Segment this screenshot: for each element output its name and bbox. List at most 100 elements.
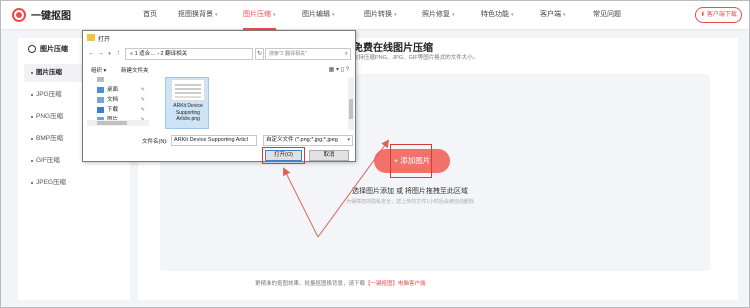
nav-item-4[interactable]: 图片转换 ▾: [364, 0, 397, 30]
scrollbar-thumb[interactable]: [349, 99, 353, 119]
refresh-icon[interactable]: ↻: [255, 48, 264, 60]
dialog-title-bar: 打开: [83, 31, 355, 45]
client-download-button[interactable]: ⬇ 客户端下载: [695, 7, 742, 23]
new-folder-button[interactable]: 新建文件夹: [121, 66, 149, 74]
nav-item-6[interactable]: 特色功能 ▾: [481, 0, 514, 30]
address-input[interactable]: « 1 适合… › 2 翻译相关: [125, 48, 253, 60]
address-bar-row: ← → ▾ ↑ « 1 适合… › 2 翻译相关 ↻ 搜索"2 翻译相关" ⌕: [87, 48, 351, 60]
logo[interactable]: 一键抠图: [12, 7, 71, 22]
filename-label: 文件名(N):: [142, 139, 168, 145]
privacy-note: 为保障您的隐私安全，您上传的文件1小时后会被自动删除: [346, 199, 474, 205]
forward-arrow-icon[interactable]: →: [96, 48, 105, 60]
folder-icon: [97, 86, 104, 93]
folder-icon: [97, 106, 104, 113]
sidebar-item-label: GIF压缩: [36, 157, 60, 164]
page-title: 免费在线图片压缩: [353, 43, 433, 54]
tree-item-label: 下载: [107, 107, 119, 113]
organize-button[interactable]: 组织 ▾: [91, 66, 106, 74]
chevron-down-icon: ▾: [511, 12, 514, 18]
nav-item-5[interactable]: 照片修复 ▾: [422, 0, 455, 30]
tree-item-0[interactable]: 桌面 ✎: [87, 85, 149, 95]
navigation-tree: 桌面✎文档✎下载✎图片✎: [87, 77, 151, 161]
filetype-select[interactable]: 自定义文件 (*.png;*.jpg;*.jpeg ▾: [263, 135, 353, 146]
nav-label: 图片压缩: [243, 11, 271, 18]
chevron-down-icon: ▾: [452, 12, 455, 18]
sidebar-item-5[interactable]: JPEG压缩: [24, 174, 124, 192]
filetype-value: 自定义文件 (*.png;*.jpg;*.jpeg: [266, 137, 338, 143]
search-placeholder: 搜索"2 翻译相关": [269, 51, 307, 57]
sidebar-header: 图片压缩: [28, 44, 68, 54]
search-input[interactable]: 搜索"2 翻译相关" ⌕: [265, 48, 351, 60]
cancel-button[interactable]: 取消: [309, 150, 349, 161]
tree-item-label: 桌面: [107, 87, 119, 93]
nav-label: 特色功能: [481, 11, 509, 18]
sidebar-item-label: PNG压缩: [36, 113, 64, 120]
chevron-down-icon: ▾: [347, 137, 350, 143]
nav-item-8[interactable]: 常见问题: [593, 0, 621, 30]
filename-input[interactable]: ARKit Device Supporting Articl: [171, 135, 257, 146]
tree-item-2[interactable]: 下载 ✎: [87, 105, 149, 115]
tree-item-1[interactable]: 文档 ✎: [87, 95, 149, 105]
client-download-link[interactable]: 【一键抠图】电脑客户端: [365, 281, 426, 287]
folder-icon: [87, 34, 95, 41]
nav-label: 首页: [143, 11, 157, 18]
nav-item-7[interactable]: 客户端 ▾: [540, 0, 566, 30]
nav-item-2[interactable]: 图片压缩 ▾: [243, 0, 276, 30]
pin-icon[interactable]: ✎: [141, 95, 145, 105]
bullet-icon: [31, 138, 33, 140]
logo-text: 一键抠图: [31, 11, 71, 22]
search-icon: ⌕: [344, 51, 348, 57]
chevron-down-icon: ▾: [563, 12, 566, 18]
open-button[interactable]: 打开(O): [265, 150, 302, 161]
scrollbar-thumb[interactable]: [97, 121, 127, 125]
sidebar-item-label: BMP压缩: [36, 135, 64, 142]
nav-item-0[interactable]: 首页: [143, 0, 157, 30]
tree-item-label: 文档: [107, 97, 119, 103]
folder-icon: [97, 96, 104, 103]
nav-label: 常见问题: [593, 11, 621, 18]
compress-icon: [28, 45, 36, 53]
sidebar-item-label: JPG压缩: [36, 91, 62, 98]
dialog-title: 打开: [98, 37, 111, 43]
nav-item-3[interactable]: 图片编辑 ▾: [302, 0, 335, 30]
nav-label: 客户端: [540, 11, 561, 18]
file-item-selected[interactable]: ARKit Device Supporting Article.png: [165, 77, 209, 129]
nav-item-1[interactable]: 抠图换背景 ▾: [178, 0, 218, 30]
bullet-icon: [31, 160, 33, 162]
view-options-icon[interactable]: ▦ ▾ ▯ ?: [329, 66, 349, 73]
bullet-icon: [31, 94, 33, 96]
up-arrow-icon[interactable]: ↑: [114, 48, 123, 60]
chevron-down-icon: ▾: [332, 12, 335, 18]
chevron-down-icon: ▾: [215, 12, 218, 18]
back-arrow-icon[interactable]: ←: [87, 48, 96, 60]
logo-icon: [12, 7, 26, 22]
top-navigation-bar: 一键抠图 首页 抠图换背景 ▾ 图片压缩 ▾ 图片编辑 ▾ 图片转换 ▾ 照片修复 ▾ 特色功能 ▾ 客户…: [0, 0, 750, 30]
nav-label: 图片转换: [364, 11, 392, 18]
vertical-scrollbar[interactable]: [348, 77, 354, 130]
chevron-down-icon: ▾: [273, 12, 276, 18]
pin-icon[interactable]: ✎: [141, 85, 145, 95]
add-button-highlight-box: [390, 144, 432, 178]
tree-item-partial[interactable]: [87, 77, 149, 84]
chevron-down-icon: ▾: [394, 12, 397, 18]
file-name-label: ARKit Device Supporting Article.png: [173, 103, 203, 122]
bullet-icon: [31, 182, 33, 184]
pin-icon[interactable]: ✎: [141, 105, 145, 115]
horizontal-scrollbar[interactable]: [87, 120, 149, 126]
footer-note: 更精准的抠图效果、批量抠图换背景，请下载【一键抠图】电脑客户端: [255, 279, 426, 287]
file-list: ARKit Device Supporting Article.png: [163, 77, 347, 130]
file-thumbnail: [171, 79, 205, 101]
bullet-icon: [31, 116, 33, 118]
dialog-toolbar: 组织 ▾ 新建文件夹 ▦ ▾ ▯ ?: [87, 66, 351, 76]
chevron-down-icon[interactable]: ▾: [105, 48, 114, 60]
sidebar-item-label: JPEG压缩: [36, 179, 66, 186]
file-open-dialog: 打开 ← → ▾ ↑ « 1 适合… › 2 翻译相关 ↻ 搜索"2 翻译相关"…: [82, 30, 356, 164]
nav-label: 抠图换背景: [178, 11, 213, 18]
nav-label: 图片编辑: [302, 11, 330, 18]
sidebar-item-label: 图片压缩: [36, 69, 62, 76]
page-subtitle: 支持压缩PNG、JPG、GIF等图片格式的文件大小。: [353, 55, 479, 61]
footer-text: 更精准的抠图效果、批量抠图换背景，请下载: [255, 281, 366, 287]
sidebar-title: 图片压缩: [40, 46, 68, 53]
bullet-icon: [31, 72, 33, 74]
drop-tip: 选择图片添加 或 将图片拖拽至此区域: [352, 188, 468, 195]
